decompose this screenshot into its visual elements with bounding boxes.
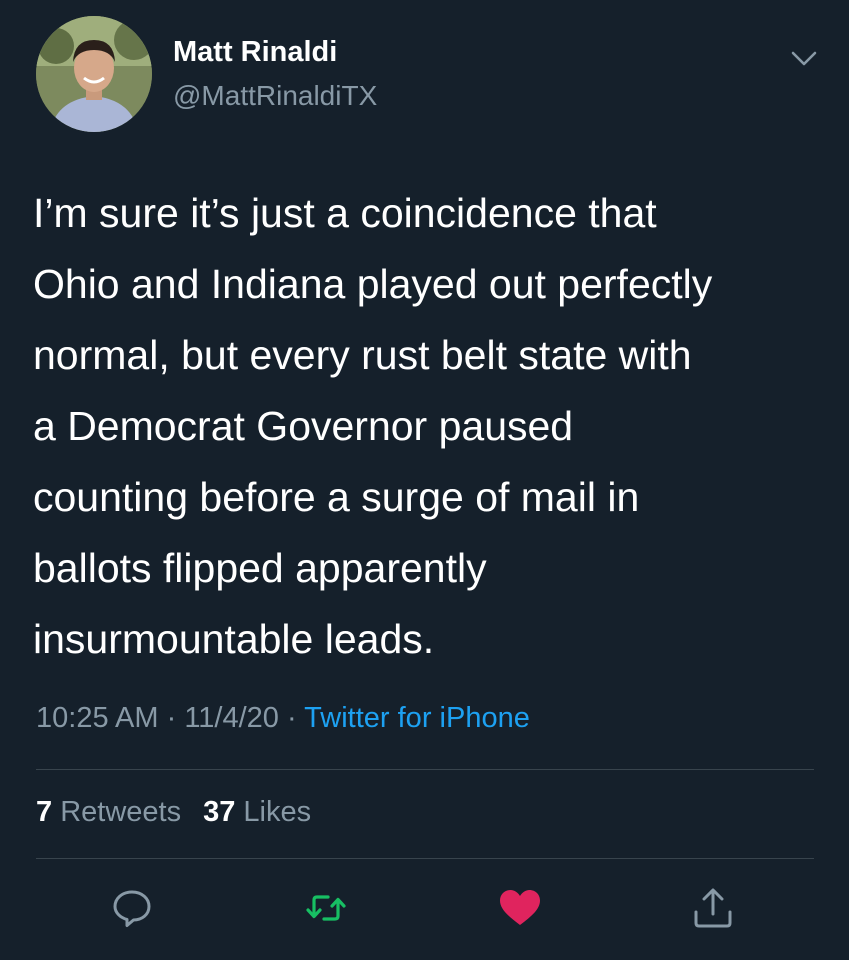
tweet-time[interactable]: 10:25 AM bbox=[36, 702, 159, 734]
likes-count: 37 bbox=[203, 796, 236, 828]
share-icon bbox=[694, 888, 732, 928]
tweet-line: ballots flipped apparently bbox=[33, 545, 487, 591]
tweet-line: I’m sure it’s just a coincidence that bbox=[33, 190, 657, 236]
meta-separator: · bbox=[278, 702, 305, 734]
reply-icon bbox=[113, 890, 151, 927]
reply-button[interactable] bbox=[110, 886, 154, 930]
tweet-date[interactable]: 11/4/20 bbox=[184, 702, 279, 734]
likes-stat[interactable]: 37 Likes bbox=[203, 796, 311, 828]
heart-icon bbox=[500, 890, 540, 925]
tweet-line: counting before a surge of mail in bbox=[33, 474, 640, 520]
retweet-button[interactable] bbox=[304, 886, 348, 930]
retweets-stat[interactable]: 7 Retweets bbox=[36, 796, 181, 828]
tweet-line: insurmountable leads. bbox=[33, 616, 435, 662]
chevron-down-icon[interactable] bbox=[790, 44, 818, 72]
likes-label: Likes bbox=[243, 796, 312, 828]
tweet-text: I’m sure it’s just a coincidence that Oh… bbox=[33, 178, 833, 675]
retweets-label: Retweets bbox=[60, 796, 182, 828]
avatar-photo bbox=[36, 16, 152, 132]
tweet-line: Ohio and Indiana played out perfectly bbox=[33, 261, 713, 307]
tweet-stats: 7 Retweets 37 Likes bbox=[36, 796, 311, 829]
tweet-header: Matt Rinaldi @MattRinaldiTX bbox=[0, 0, 849, 150]
divider bbox=[36, 858, 814, 859]
tweet-source-link[interactable]: Twitter for iPhone bbox=[304, 702, 530, 734]
divider bbox=[36, 769, 814, 770]
author-handle[interactable]: @MattRinaldiTX bbox=[173, 80, 377, 112]
share-button[interactable] bbox=[691, 886, 735, 930]
retweet-icon bbox=[306, 895, 346, 921]
tweet-meta: 10:25 AM · 11/4/20 · Twitter for iPhone bbox=[36, 702, 530, 735]
meta-separator: · bbox=[158, 702, 185, 734]
tweet-line: normal, but every rust belt state with bbox=[33, 332, 692, 378]
author-name[interactable]: Matt Rinaldi bbox=[173, 36, 337, 69]
like-button[interactable] bbox=[498, 886, 542, 930]
avatar[interactable] bbox=[36, 16, 152, 132]
tweet-line: a Democrat Governor paused bbox=[33, 403, 574, 449]
retweets-count: 7 bbox=[36, 796, 53, 828]
